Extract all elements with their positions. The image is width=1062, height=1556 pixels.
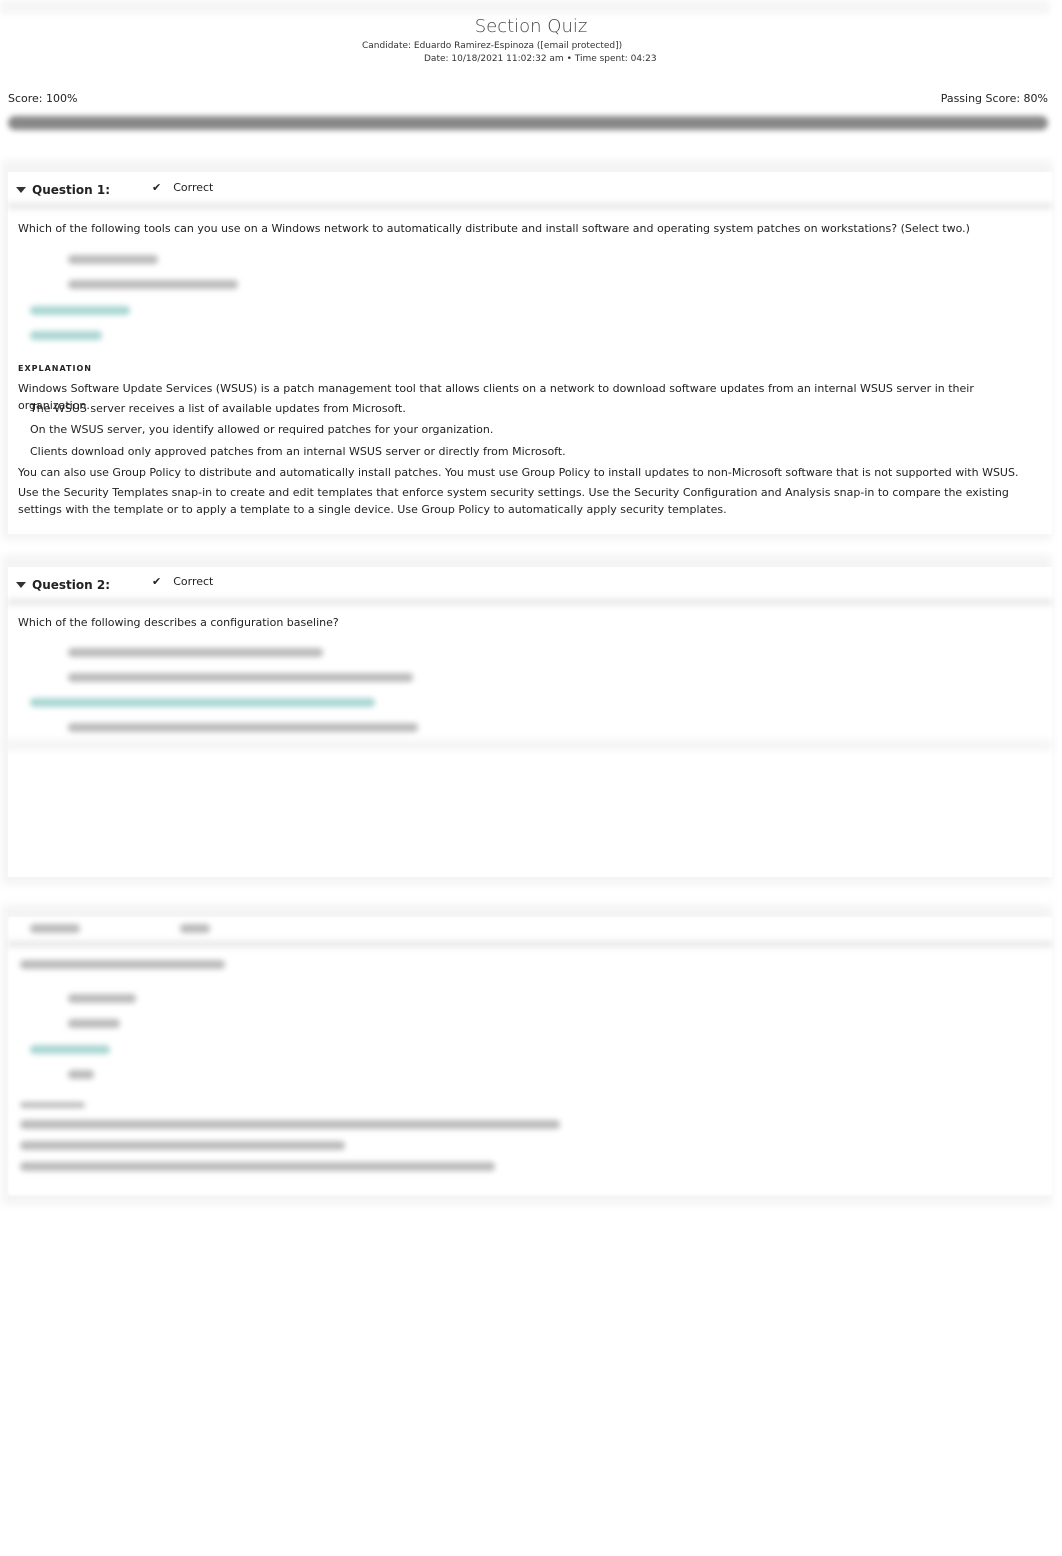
explanation-text: Clients download only approved patches f… <box>30 445 566 458</box>
status-badge: ✔ Correct <box>152 575 213 588</box>
answer-option <box>68 673 413 682</box>
candidate: Candidate: Eduardo Ramirez-Espinoza ([em… <box>362 41 623 51</box>
status-blurred <box>180 924 210 933</box>
explanation-text: Use the Security Templates snap-in to cr… <box>18 486 1009 516</box>
status-badge: ✔ Correct <box>152 181 213 194</box>
explanation-blurred <box>20 1162 495 1171</box>
answer-option <box>68 1070 94 1079</box>
divider <box>8 940 1052 948</box>
question-label-blurred <box>30 924 80 933</box>
question-text: Which of the following tools can you use… <box>18 222 970 235</box>
answer-option <box>68 1019 120 1028</box>
explanation-text: On the WSUS server, you identify allowed… <box>30 423 494 436</box>
divider <box>2 740 1052 750</box>
status-text: Correct <box>173 181 214 194</box>
question-text: Which of the following describes a confi… <box>18 616 339 629</box>
answer-option-correct <box>30 306 130 315</box>
top-strip <box>0 0 1050 14</box>
score-progress-bar <box>8 116 1048 130</box>
score: Score: 100% <box>8 92 78 105</box>
date-time: Date: 10/18/2021 11:02:32 am • Time spen… <box>424 54 657 64</box>
answer-option-correct <box>30 331 102 340</box>
question-label: Question 1: <box>32 183 110 197</box>
explanation-blurred <box>20 1141 345 1150</box>
answer-option <box>68 255 158 264</box>
question-2-toggle[interactable]: Question 2: <box>16 578 110 592</box>
divider <box>8 598 1052 606</box>
answer-option <box>68 994 136 1003</box>
answer-option-correct <box>30 698 375 707</box>
answer-option <box>68 648 323 657</box>
explanation-blurred <box>20 1120 560 1129</box>
caret-down-icon <box>16 187 26 193</box>
status-text: Correct <box>173 575 214 588</box>
answer-option-correct <box>30 1045 110 1054</box>
question-2-card <box>8 567 1052 877</box>
divider <box>8 202 1052 210</box>
question-1-toggle[interactable]: Question 1: <box>16 183 110 197</box>
page-title: Section Quiz <box>474 16 588 37</box>
explanation-text: The WSUS server receives a list of avail… <box>30 402 406 415</box>
check-icon: ✔ <box>152 181 162 194</box>
question-3-card <box>8 917 1052 1195</box>
question-label: Question 2: <box>32 578 110 592</box>
explanation-text: You can also use Group Policy to distrib… <box>18 466 1019 479</box>
explanation-heading: EXPLANATION <box>18 364 92 373</box>
caret-down-icon <box>16 582 26 588</box>
explanation-heading-blurred <box>20 1102 85 1108</box>
answer-option <box>68 280 238 289</box>
answer-option <box>68 723 418 732</box>
check-icon: ✔ <box>152 575 162 588</box>
question-text-blurred <box>20 960 225 969</box>
passing-score: Passing Score: 80% <box>940 92 1048 105</box>
